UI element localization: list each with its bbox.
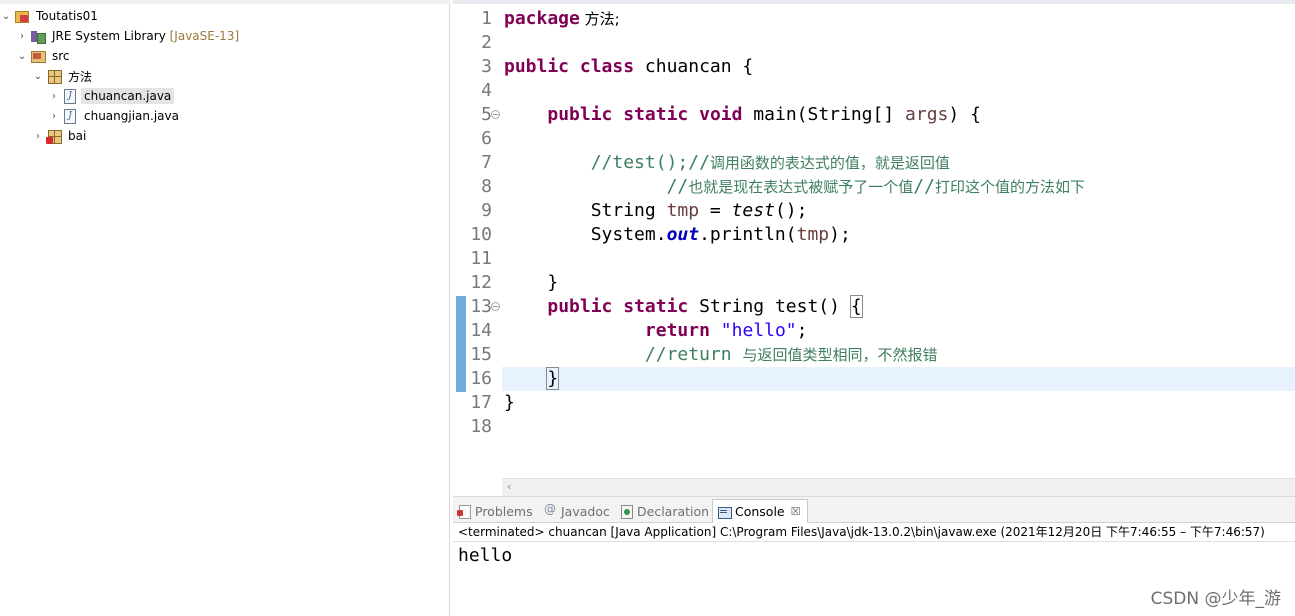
tree-item-file-chuancan[interactable]: › chuancan.java (48, 86, 175, 106)
line-number: 4 (481, 80, 492, 101)
text-caret (558, 369, 560, 389)
jre-label: JRE System Library (52, 29, 166, 43)
line-number: 1 (481, 8, 492, 29)
tab-javadoc[interactable]: Javadoc (543, 500, 610, 522)
current-line-highlight (502, 367, 1295, 391)
line-number: 8 (481, 176, 492, 197)
matching-bracket: } (546, 367, 560, 390)
code-line-1: package 方法; (504, 8, 620, 29)
project-label: Toutatis01 (36, 9, 98, 23)
tree-item-jre[interactable]: › JRE System Library [JavaSE-13] (16, 26, 242, 46)
chevron-right-icon[interactable]: › (32, 126, 44, 146)
code-line-17: } (504, 392, 515, 413)
code-line-3: public class chuancan { (504, 56, 754, 77)
tree-item-file-chuangjian[interactable]: › chuangjian.java (48, 106, 182, 126)
line-number: 3 (481, 56, 492, 77)
line-number: 13 (470, 296, 492, 317)
library-icon (30, 28, 46, 44)
package-label: bai (68, 129, 87, 143)
code-line-12: } (547, 272, 559, 293)
tree-item-src[interactable]: ⌄ src (16, 46, 73, 66)
package-explorer: ⌄ Toutatis01 › JRE System Library [JavaS… (0, 0, 450, 616)
code-line-9: String tmp = test(); (590, 200, 808, 221)
scroll-left-icon[interactable]: ‹ (507, 480, 511, 493)
horizontal-scrollbar[interactable]: ‹ (502, 478, 1295, 496)
bottom-panel-tabs: Problems Javadoc Declaration Console ☒ (453, 496, 1295, 523)
line-number: 5 (481, 104, 492, 125)
code-line-8: //也就是现在表达式被赋予了一个值//打印这个值的方法如下 (666, 176, 1085, 197)
java-file-icon (62, 88, 78, 104)
line-number: 14 (470, 320, 492, 341)
fold-collapse-icon[interactable]: − (491, 302, 500, 311)
package-error-icon (46, 128, 62, 144)
tree-item-project[interactable]: ⌄ Toutatis01 (0, 6, 101, 26)
line-number: 15 (470, 344, 492, 365)
tab-label: Problems (475, 503, 533, 519)
line-number: 17 (470, 392, 492, 413)
line-number: 18 (470, 416, 492, 437)
matching-bracket: { (849, 295, 863, 318)
tab-console[interactable]: Console ☒ (712, 499, 808, 523)
tab-label: Declaration (637, 503, 710, 519)
problems-icon (457, 504, 471, 519)
line-number: 2 (481, 32, 492, 53)
package-icon (46, 68, 62, 84)
line-number-gutter: 1 2 3 4 5 6 7 8 9 10 11 12 13 14 15 16 1… (453, 4, 502, 478)
package-label: 方法 (68, 69, 93, 84)
tab-declaration[interactable]: Declaration (619, 500, 709, 522)
line-number: 7 (481, 152, 492, 173)
tab-label: Console (735, 504, 785, 519)
file-label: chuangjian.java (84, 109, 179, 123)
code-area[interactable]: package 方法; public class chuancan { publ… (502, 4, 1295, 478)
src-label: src (52, 49, 70, 63)
code-line-13: public static String test() { (547, 295, 863, 318)
console-status-line: <terminated> chuancan [Java Application]… (453, 523, 1295, 542)
code-line-15: //return 与返回值类型相同，不然报错 (644, 344, 938, 365)
file-label: chuancan.java (81, 88, 175, 104)
line-number: 12 (470, 272, 492, 293)
java-file-icon (62, 108, 78, 124)
chevron-right-icon[interactable]: › (48, 106, 60, 126)
line-number: 9 (481, 200, 492, 221)
fold-collapse-icon[interactable]: − (491, 110, 500, 119)
jre-version-decoration: [JavaSE-13] (169, 29, 240, 43)
line-number: 6 (481, 128, 492, 149)
tree-item-package[interactable]: ⌄ 方法 (32, 66, 95, 86)
chevron-down-icon[interactable]: ⌄ (16, 46, 28, 66)
console-icon (717, 505, 732, 519)
code-line-5: public static void main(String[] args) { (547, 104, 981, 125)
tree-item-package-bai[interactable]: › bai (32, 126, 89, 146)
code-line-7: //test();//调用函数的表达式的值，就是返回值 (590, 152, 950, 173)
code-line-14: return "hello"; (644, 320, 808, 341)
source-folder-icon (30, 48, 46, 64)
chevron-right-icon[interactable]: › (48, 86, 60, 106)
javadoc-icon (543, 502, 557, 518)
code-line-10: System.out.println(tmp); (590, 224, 851, 245)
explorer-top-border (0, 0, 450, 4)
code-editor[interactable]: 1 2 3 4 5 6 7 8 9 10 11 12 13 14 15 16 1… (453, 0, 1295, 496)
chevron-down-icon[interactable]: ⌄ (0, 6, 12, 26)
java-project-icon (14, 8, 30, 24)
line-number: 11 (470, 248, 492, 269)
console-output-text: hello (458, 545, 513, 566)
chevron-right-icon[interactable]: › (16, 26, 28, 46)
declaration-icon (619, 504, 633, 519)
watermark: CSDN @少年_游 (1150, 589, 1281, 609)
chevron-down-icon[interactable]: ⌄ (32, 66, 44, 86)
line-number: 16 (470, 368, 492, 389)
tab-label: Javadoc (561, 503, 610, 519)
code-line-16: } (504, 367, 560, 391)
tab-problems[interactable]: Problems (457, 500, 533, 522)
line-number: 10 (470, 224, 492, 245)
close-icon[interactable]: ☒ (791, 505, 801, 518)
